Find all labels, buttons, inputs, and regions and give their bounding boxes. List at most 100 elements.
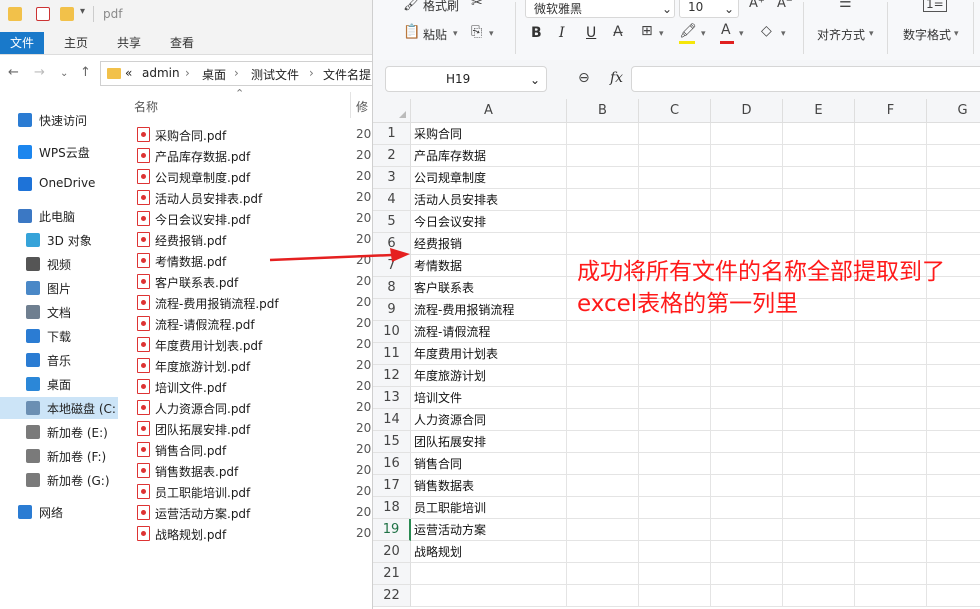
file-row[interactable]: 人力资源合同.pdf 20 xyxy=(118,397,372,418)
nav-item[interactable]: 3D 对象 xyxy=(0,229,118,251)
cell[interactable] xyxy=(639,431,711,453)
format-painter-button[interactable]: 格式刷 xyxy=(423,0,459,14)
cell[interactable] xyxy=(711,409,783,431)
row-header[interactable]: 4 xyxy=(373,189,411,211)
cell[interactable] xyxy=(711,387,783,409)
cell[interactable] xyxy=(783,519,855,541)
cell[interactable] xyxy=(927,541,980,563)
cell[interactable] xyxy=(567,519,639,541)
nav-item[interactable]: 新加卷 (E:) xyxy=(0,421,118,443)
cell[interactable] xyxy=(711,189,783,211)
cell[interactable] xyxy=(855,431,927,453)
breadcrumb-admin[interactable]: admin xyxy=(142,66,180,80)
cell[interactable] xyxy=(927,145,980,167)
cell[interactable] xyxy=(567,321,639,343)
tab-file[interactable]: 文件 xyxy=(0,32,45,54)
column-header[interactable]: D xyxy=(711,99,783,123)
cell[interactable] xyxy=(855,233,927,255)
cell[interactable] xyxy=(639,387,711,409)
cell[interactable] xyxy=(711,321,783,343)
row-header[interactable]: 10 xyxy=(373,321,411,343)
row-header[interactable]: 5 xyxy=(373,211,411,233)
cell[interactable] xyxy=(711,145,783,167)
file-row[interactable]: 年度费用计划表.pdf 20 xyxy=(118,334,372,355)
increase-font-size-icon[interactable]: A⁺ xyxy=(749,0,765,11)
column-header-modified[interactable]: 修 xyxy=(356,98,368,115)
row-header[interactable]: 22 xyxy=(373,585,411,607)
nav-item[interactable]: 图片 xyxy=(0,277,118,299)
copy-dropdown-icon[interactable]: ▾ xyxy=(489,29,494,39)
file-row[interactable]: 运营活动方案.pdf 20 xyxy=(118,502,372,523)
column-header[interactable]: C xyxy=(639,99,711,123)
cell[interactable] xyxy=(783,497,855,519)
forward-arrow-icon[interactable]: → xyxy=(34,65,45,80)
address-box[interactable]: « admin › 桌面 › 测试文件 › 文件名提 xyxy=(100,61,372,86)
cell-a[interactable]: 考情数据 xyxy=(411,255,567,277)
cell[interactable] xyxy=(567,431,639,453)
cell[interactable] xyxy=(783,189,855,211)
cell[interactable] xyxy=(927,387,980,409)
nav-item[interactable]: 网络 xyxy=(0,501,118,523)
file-row[interactable]: 公司规章制度.pdf 20 xyxy=(118,166,372,187)
cell[interactable] xyxy=(711,585,783,607)
cell[interactable] xyxy=(927,475,980,497)
cell-a[interactable]: 产品库存数据 xyxy=(411,145,567,167)
cell[interactable] xyxy=(783,211,855,233)
column-divider[interactable] xyxy=(350,92,351,118)
cell[interactable] xyxy=(639,585,711,607)
borders-icon[interactable]: ⊞ xyxy=(641,23,653,39)
cell-a[interactable]: 员工职能培训 xyxy=(411,497,567,519)
breadcrumb-desktop[interactable]: 桌面 xyxy=(202,66,226,83)
file-row[interactable]: 采购合同.pdf 20 xyxy=(118,124,372,145)
nav-item[interactable]: 本地磁盘 (C: xyxy=(0,397,118,419)
cell[interactable] xyxy=(927,167,980,189)
cell[interactable] xyxy=(639,123,711,145)
italic-button[interactable]: I xyxy=(559,25,565,41)
fill-color-dropdown-icon[interactable]: ▾ xyxy=(701,29,706,39)
cell-a[interactable]: 采购合同 xyxy=(411,123,567,145)
cell[interactable] xyxy=(783,343,855,365)
cell[interactable] xyxy=(639,497,711,519)
file-row[interactable]: 团队拓展安排.pdf 20 xyxy=(118,418,372,439)
cell-a[interactable]: 活动人员安排表 xyxy=(411,189,567,211)
row-header[interactable]: 15 xyxy=(373,431,411,453)
cell-a[interactable]: 年度费用计划表 xyxy=(411,343,567,365)
file-row[interactable]: 客户联系表.pdf 20 xyxy=(118,271,372,292)
cell[interactable] xyxy=(567,365,639,387)
alignment-dropdown-icon[interactable]: ▾ xyxy=(869,29,874,39)
cell[interactable] xyxy=(855,563,927,585)
row-header[interactable]: 8 xyxy=(373,277,411,299)
row-header[interactable]: 11 xyxy=(373,343,411,365)
cell[interactable] xyxy=(855,343,927,365)
cell[interactable] xyxy=(711,563,783,585)
cell[interactable] xyxy=(711,167,783,189)
cell[interactable] xyxy=(783,321,855,343)
row-header[interactable]: 20 xyxy=(373,541,411,563)
column-header[interactable]: F xyxy=(855,99,927,123)
cell[interactable] xyxy=(927,409,980,431)
cell[interactable] xyxy=(567,497,639,519)
nav-item[interactable]: 音乐 xyxy=(0,349,118,371)
file-row[interactable]: 流程-费用报销流程.pdf 20 xyxy=(118,292,372,313)
number-format-button[interactable]: 数字格式 xyxy=(903,26,951,43)
cell[interactable] xyxy=(855,519,927,541)
copy-icon[interactable]: ⎘ xyxy=(471,24,482,40)
cell[interactable] xyxy=(711,211,783,233)
cell[interactable] xyxy=(855,211,927,233)
tab-view[interactable]: 查看 xyxy=(162,33,202,53)
cell[interactable] xyxy=(567,563,639,585)
row-header[interactable]: 17 xyxy=(373,475,411,497)
cell[interactable] xyxy=(927,343,980,365)
borders-dropdown-icon[interactable]: ▾ xyxy=(659,29,664,39)
file-row[interactable]: 战略规划.pdf 20 xyxy=(118,523,372,544)
format-painter-icon[interactable]: 🖌 xyxy=(403,0,421,12)
file-row[interactable]: 产品库存数据.pdf 20 xyxy=(118,145,372,166)
cell[interactable] xyxy=(567,145,639,167)
column-header[interactable]: G xyxy=(927,99,980,123)
cell[interactable] xyxy=(567,475,639,497)
file-row[interactable]: 流程-请假流程.pdf 20 xyxy=(118,313,372,334)
cell-a[interactable] xyxy=(411,585,567,607)
row-header[interactable]: 16 xyxy=(373,453,411,475)
cell[interactable] xyxy=(711,453,783,475)
cell[interactable] xyxy=(567,387,639,409)
